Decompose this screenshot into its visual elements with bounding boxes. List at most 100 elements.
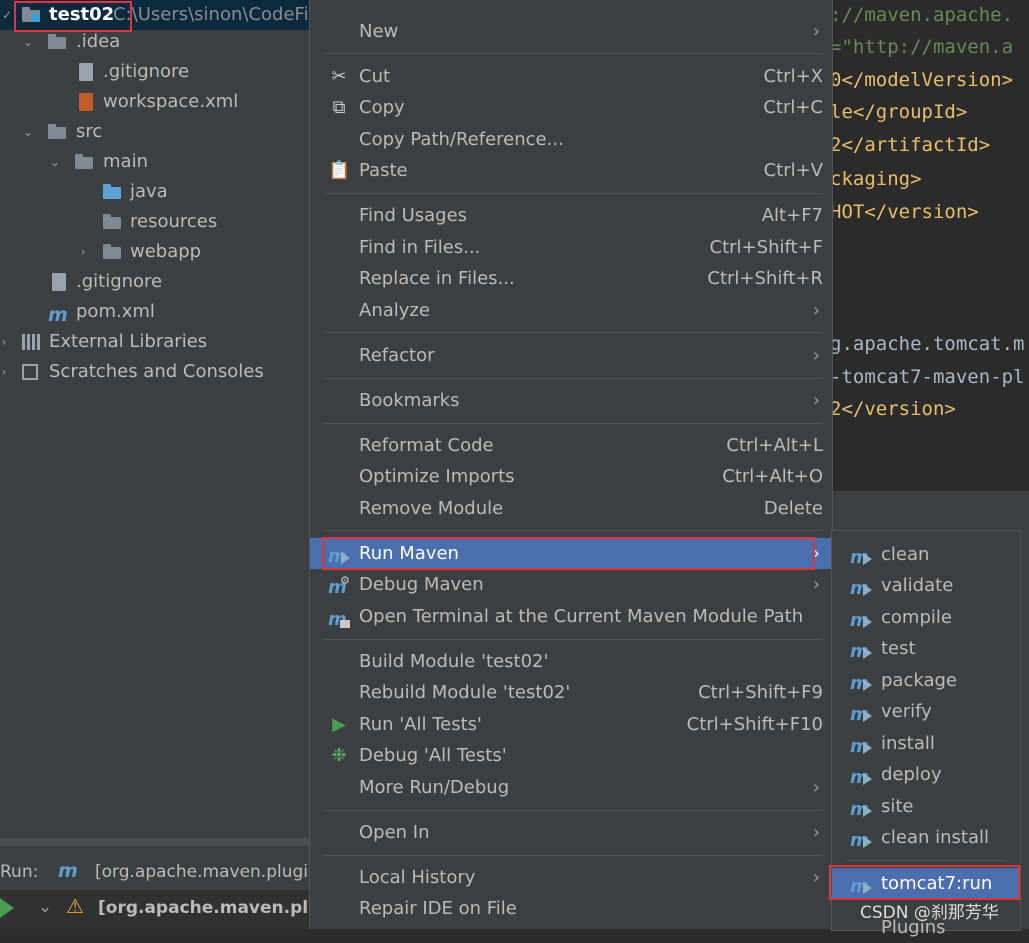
menu-item-shortcut: Ctrl+Alt+O <box>722 466 823 487</box>
menu-item-label: Open Terminal at the Current Maven Modul… <box>359 606 804 627</box>
libraries-icon <box>20 333 40 351</box>
maven-icon: m <box>48 304 68 326</box>
menu-separator <box>324 530 822 531</box>
menu-item-shortcut: Ctrl+Shift+F <box>709 237 823 258</box>
maven-goal-label: verify <box>881 701 932 722</box>
maven-goal-test[interactable]: m test <box>832 633 1020 664</box>
menu-item-reformat-code[interactable]: Reformat Code Ctrl+Alt+L <box>310 430 832 461</box>
tree-item-main[interactable]: ⌄ main <box>0 147 310 177</box>
ignored-file-icon <box>49 273 69 291</box>
menu-item-find-in-files[interactable]: Find in Files... Ctrl+Shift+F <box>310 232 832 263</box>
menu-item-cut[interactable]: ✂ Cut Ctrl+X <box>310 61 832 92</box>
maven-goal-validate[interactable]: m validate <box>832 570 1020 601</box>
menu-item-label: Debug 'All Tests' <box>359 745 507 766</box>
chevron-right-icon: › <box>812 300 820 321</box>
tree-item-resources[interactable]: resources <box>0 207 310 237</box>
menu-item-open-in[interactable]: Open In › <box>310 817 832 848</box>
menu-item-new[interactable]: New › <box>310 16 832 47</box>
chevron-down-icon[interactable]: ⌄ <box>38 897 52 917</box>
tree-item-java[interactable]: java <box>0 177 310 207</box>
chevron-right-icon: › <box>812 822 820 843</box>
menu-item-shortcut: Ctrl+Shift+F10 <box>686 714 823 735</box>
menu-item-rebuild-module[interactable]: Rebuild Module 'test02' Ctrl+Shift+F9 <box>310 677 832 708</box>
menu-item-more-run-debug[interactable]: More Run/Debug › <box>310 772 832 803</box>
maven-goal-package[interactable]: m package <box>832 665 1020 696</box>
menu-item-debug-all-tests[interactable]: ❉ Debug 'All Tests' <box>310 740 832 771</box>
menu-item-label: Find Usages <box>359 205 468 226</box>
menu-item-open-terminal[interactable]: m Open Terminal at the Current Maven Mod… <box>310 601 832 632</box>
run-task-row[interactable]: ⌄ ⚠ [org.apache.maven.plug <box>0 890 310 929</box>
chevron-down-icon[interactable]: ⌄ <box>48 147 62 177</box>
menu-item-copy-path[interactable]: Copy Path/Reference... <box>310 124 832 155</box>
chevron-down-icon[interactable]: ✓ <box>0 0 14 30</box>
code-line: 2</artifactId> <box>830 134 991 156</box>
tree-item-pom-xml[interactable]: m pom.xml <box>0 297 310 327</box>
project-tree-panel: ✓ test02 C:\Users\sinon\CodeFile\JavaCod… <box>0 0 310 929</box>
chevron-right-icon[interactable]: › <box>76 237 90 267</box>
menu-item-bookmarks[interactable]: Bookmarks › <box>310 385 832 416</box>
chevron-right-icon[interactable]: › <box>0 357 11 387</box>
code-line: HOT</version> <box>830 201 979 223</box>
tree-item-scratches[interactable]: › Scratches and Consoles <box>0 357 310 387</box>
tree-item-external-libraries[interactable]: › External Libraries <box>0 327 310 357</box>
chevron-right-icon: › <box>812 574 820 595</box>
maven-goal-deploy[interactable]: m deploy <box>832 759 1020 790</box>
chevron-right-icon[interactable]: › <box>0 327 11 357</box>
maven-run-icon: m <box>850 670 872 694</box>
folder-icon <box>48 33 68 51</box>
terminal-icon: m <box>328 606 350 630</box>
clipboard-icon: 📋 <box>328 160 351 181</box>
menu-item-run-all-tests[interactable]: ▶ Run 'All Tests' Ctrl+Shift+F10 <box>310 709 832 740</box>
menu-item-label: Find in Files... <box>359 237 481 258</box>
debug-bug-icon: ❉ <box>331 745 347 766</box>
maven-goal-compile[interactable]: m compile <box>832 602 1020 633</box>
tree-item-label: java <box>130 181 168 202</box>
menu-item-label: Optimize Imports <box>359 466 515 487</box>
chevron-down-icon[interactable]: ⌄ <box>21 117 35 147</box>
code-line: -tomcat7-maven-pl <box>830 366 1025 388</box>
menu-item-copy[interactable]: ⧉ Copy Ctrl+C <box>310 92 832 123</box>
menu-item-remove-module[interactable]: Remove Module Delete <box>310 493 832 524</box>
menu-item-shortcut: Delete <box>763 498 823 519</box>
menu-item-find-usages[interactable]: Find Usages Alt+F7 <box>310 200 832 231</box>
warning-icon: ⚠ <box>66 894 84 918</box>
scissors-icon: ✂ <box>331 66 347 87</box>
code-line: g.apache.tomcat.m <box>830 333 1025 355</box>
menu-item-label: Paste <box>359 160 408 181</box>
tree-item-src[interactable]: ⌄ src <box>0 117 310 147</box>
maven-goal-verify[interactable]: m verify <box>832 696 1020 727</box>
tree-item-workspace-xml[interactable]: workspace.xml <box>0 87 310 117</box>
menu-item-debug-maven[interactable]: m ⚙ Debug Maven › <box>310 569 832 600</box>
menu-separator <box>324 423 822 424</box>
menu-item-optimize-imports[interactable]: Optimize Imports Ctrl+Alt+O <box>310 461 832 492</box>
maven-goal-clean-install[interactable]: m clean install <box>832 822 1020 853</box>
maven-goal-site[interactable]: m site <box>832 791 1020 822</box>
menu-item-label: Refactor <box>359 345 435 366</box>
maven-goal-clean[interactable]: m clean <box>832 539 1020 570</box>
run-tab[interactable]: [org.apache.maven.plugi <box>95 862 308 882</box>
menu-item-shortcut: Ctrl+X <box>763 66 823 87</box>
menu-item-repair-ide[interactable]: Repair IDE on File <box>310 893 832 924</box>
menu-separator <box>324 53 822 54</box>
menu-item-refactor[interactable]: Refactor › <box>310 340 832 371</box>
tree-item-webapp[interactable]: › webapp <box>0 237 310 267</box>
menu-item-label: Open In <box>359 822 430 843</box>
maven-run-icon: m <box>850 607 872 631</box>
maven-goal-label: clean <box>881 544 930 565</box>
maven-goal-install[interactable]: m install <box>832 728 1020 759</box>
tree-item-gitignore-root[interactable]: .gitignore <box>0 267 310 297</box>
panel-divider[interactable] <box>0 838 310 846</box>
menu-item-replace-in-files[interactable]: Replace in Files... Ctrl+Shift+R <box>310 263 832 294</box>
maven-goal-label: package <box>881 670 957 691</box>
tree-item-gitignore[interactable]: .gitignore <box>0 57 310 87</box>
maven-run-icon: m <box>850 733 872 757</box>
menu-item-local-history[interactable]: Local History › <box>310 862 832 893</box>
menu-item-paste[interactable]: 📋 Paste Ctrl+V <box>310 155 832 186</box>
maven-run-icon: m <box>850 764 872 788</box>
menu-item-shortcut: Ctrl+Alt+L <box>726 435 823 456</box>
run-icon[interactable] <box>0 898 14 918</box>
menu-item-build-module[interactable]: Build Module 'test02' <box>310 646 832 677</box>
menu-item-analyze[interactable]: Analyze › <box>310 295 832 326</box>
resource-folder-icon <box>103 213 123 231</box>
menu-item-label: Debug Maven <box>359 574 484 595</box>
